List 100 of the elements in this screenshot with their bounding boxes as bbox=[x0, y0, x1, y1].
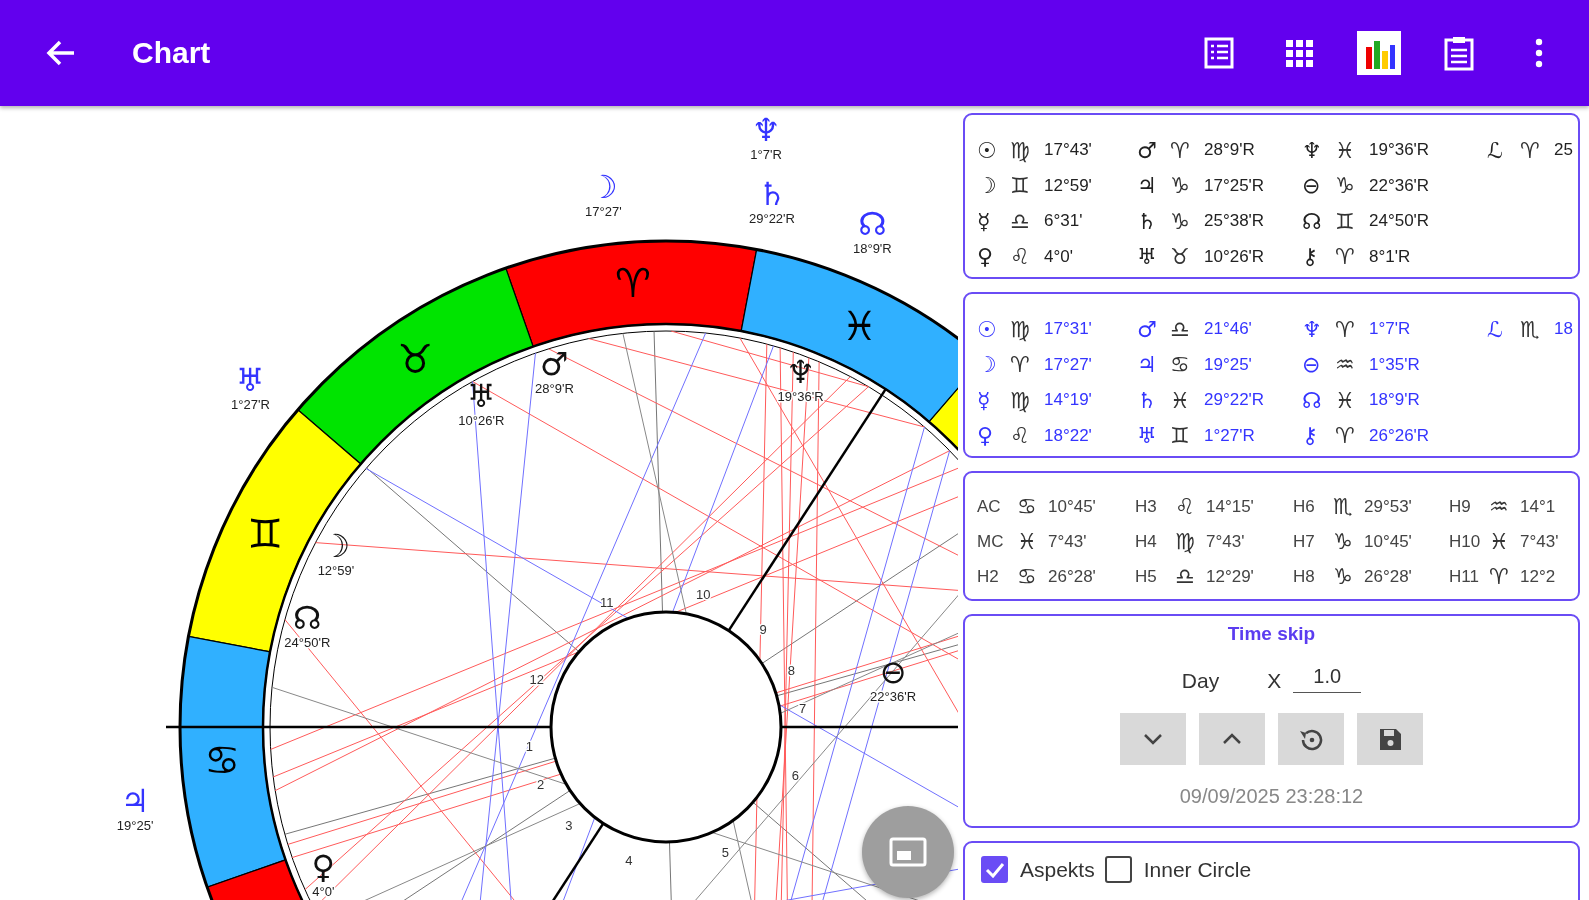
house-number: 5 bbox=[721, 844, 729, 860]
bar-chart-icon[interactable] bbox=[1357, 31, 1401, 75]
house-number: 3 bbox=[565, 818, 573, 833]
planet-symbol: ♃ bbox=[120, 781, 150, 820]
planet-symbol: ♅ bbox=[466, 376, 496, 415]
planet-symbol: ♅ bbox=[1137, 244, 1158, 270]
house-label: H11 bbox=[1449, 566, 1480, 587]
timestamp: 09/09/2025 23:28:12 bbox=[1179, 785, 1364, 808]
planet-symbol: ⊖ bbox=[1302, 173, 1322, 199]
planet-symbol: ⊖ bbox=[879, 653, 907, 692]
position-text: 12°29' bbox=[1206, 566, 1254, 587]
card-title: Time skip bbox=[1227, 623, 1316, 645]
chevron-up-icon bbox=[1222, 733, 1242, 745]
sign-symbol: ♑ bbox=[1170, 173, 1191, 199]
planet-symbol: ☽ bbox=[589, 167, 618, 206]
planet-position: 29°22'R bbox=[749, 210, 795, 226]
house-number: 1 bbox=[525, 738, 533, 754]
sign-symbol: ♏ bbox=[1333, 494, 1354, 519]
planet-symbol: ♂ bbox=[540, 345, 569, 384]
position-text: 17°31' bbox=[1044, 319, 1092, 340]
sign-symbol: ♈ bbox=[1010, 352, 1031, 378]
position-text: 1°7'R bbox=[1369, 319, 1411, 340]
position-text: 18 bbox=[1554, 319, 1573, 340]
zodiac-sign: ♈ bbox=[615, 260, 651, 307]
planet-symbol: ♃ bbox=[1137, 173, 1158, 199]
position-text: 10°45' bbox=[1048, 496, 1096, 517]
house-number: 8 bbox=[787, 662, 796, 678]
position-text: 6°31' bbox=[1044, 211, 1083, 232]
multiplier-label: X bbox=[1267, 669, 1282, 693]
planet-symbol: ☽ bbox=[977, 352, 998, 378]
planet-position: 17°27' bbox=[585, 203, 622, 219]
house-label: H9 bbox=[1449, 496, 1472, 517]
planet-symbol: ⚷ bbox=[1302, 423, 1320, 449]
sign-symbol: ♌ bbox=[1010, 423, 1031, 449]
planet-symbol: ☊ bbox=[858, 205, 887, 244]
position-text: 25 bbox=[1554, 140, 1573, 161]
position-text: 17°25'R bbox=[1204, 175, 1265, 196]
checkbox[interactable]: Aspekts bbox=[981, 856, 1095, 883]
position-text: 29°53' bbox=[1364, 496, 1412, 517]
position-text: 24°50'R bbox=[1369, 211, 1430, 232]
checkmark-icon bbox=[984, 861, 1005, 878]
planet-symbol: ☿ bbox=[977, 387, 992, 413]
multiplier-field[interactable]: 1.0 bbox=[1293, 665, 1362, 693]
planet-symbol: ☊ bbox=[293, 598, 322, 637]
sign-symbol: ♎ bbox=[1010, 208, 1031, 234]
house-number: 10 bbox=[696, 587, 711, 603]
sign-symbol: ♋ bbox=[1170, 352, 1191, 378]
position-text: 21°46' bbox=[1204, 319, 1252, 340]
sign-symbol: ♌ bbox=[1010, 244, 1031, 270]
sign-symbol: ♓ bbox=[1017, 529, 1038, 554]
sign-symbol: ♍ bbox=[1175, 529, 1196, 554]
sign-symbol: ♓ bbox=[1489, 529, 1510, 554]
planet-symbol: ♄ bbox=[757, 174, 787, 213]
position-text: 1°27'R bbox=[1204, 425, 1255, 446]
planet-symbol: ♀ bbox=[977, 423, 995, 449]
sign-symbol: ♍ bbox=[1010, 316, 1031, 342]
sign-symbol: ♑ bbox=[1335, 173, 1356, 199]
checkbox[interactable]: Inner Circle bbox=[1104, 856, 1252, 883]
house-label: H2 bbox=[977, 566, 1000, 587]
planet-symbol: ♄ bbox=[1137, 387, 1158, 413]
time-unit: Day bbox=[1181, 669, 1220, 693]
house-label: AC bbox=[977, 496, 1002, 517]
planet-symbol: ♄ bbox=[1137, 208, 1158, 234]
position-text: 14°1 bbox=[1520, 496, 1556, 517]
house-label: H8 bbox=[1293, 566, 1316, 587]
position-text: 19°25' bbox=[1204, 354, 1252, 375]
reset-button[interactable] bbox=[1278, 713, 1344, 765]
position-text: 18°9'R bbox=[1369, 390, 1420, 411]
house-label: H6 bbox=[1293, 496, 1316, 517]
position-text: 17°43' bbox=[1044, 140, 1092, 161]
position-text: 26°28' bbox=[1048, 566, 1096, 587]
position-text: 10°26'R bbox=[1204, 246, 1265, 267]
house-label: H3 bbox=[1135, 496, 1158, 517]
sign-symbol: ♈ bbox=[1335, 316, 1356, 342]
house-number: 11 bbox=[600, 595, 614, 611]
position-text: 1°35'R bbox=[1369, 354, 1420, 375]
planet-symbol: ☽ bbox=[321, 527, 351, 566]
planet-position: 12°59' bbox=[317, 563, 355, 579]
planet-symbol: ♃ bbox=[1137, 352, 1158, 378]
planet-symbol: ☿ bbox=[977, 208, 992, 234]
position-text: 19°36'R bbox=[1369, 140, 1430, 161]
planet-position: 1°27'R bbox=[231, 396, 270, 412]
planet-symbol: ♆ bbox=[1302, 316, 1323, 342]
position-text: 14°19' bbox=[1044, 390, 1092, 411]
planet-symbol: ☽ bbox=[977, 173, 998, 199]
image-button[interactable] bbox=[862, 806, 954, 898]
house-number: 6 bbox=[791, 768, 799, 784]
planet-position: 18°9'R bbox=[853, 241, 892, 257]
planet-position: 28°9'R bbox=[535, 381, 574, 397]
planet-symbol: ☉ bbox=[977, 137, 998, 163]
position-text: 10°45' bbox=[1364, 531, 1412, 552]
save-button[interactable] bbox=[1357, 713, 1423, 765]
zodiac-sign: ♉ bbox=[397, 336, 434, 383]
sign-symbol: ♒ bbox=[1335, 352, 1356, 378]
sign-symbol: ♓ bbox=[1335, 387, 1356, 413]
house-label: H7 bbox=[1293, 531, 1316, 552]
sign-symbol: ♏ bbox=[1520, 316, 1541, 342]
sign-symbol: ♈ bbox=[1335, 423, 1356, 449]
position-text: 28°9'R bbox=[1204, 140, 1255, 161]
house-label: H4 bbox=[1135, 531, 1158, 552]
